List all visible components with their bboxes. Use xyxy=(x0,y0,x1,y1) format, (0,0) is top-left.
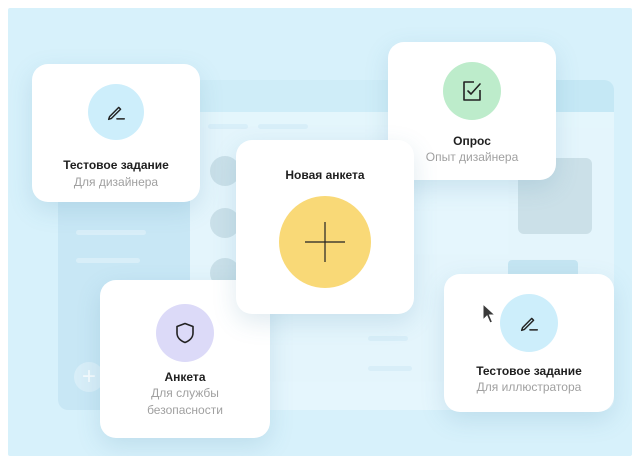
mouse-cursor-icon xyxy=(482,303,496,324)
card-subtitle: Для иллюстратора xyxy=(476,380,582,394)
background-placeholder-bar xyxy=(76,258,140,263)
canvas-background: + Тестовое задание Для дизайнера Опрос О… xyxy=(8,8,632,456)
plus-icon xyxy=(305,222,345,262)
pencil-icon xyxy=(520,317,538,332)
shield-icon-circle xyxy=(156,304,214,362)
card-subtitle: Для дизайнера xyxy=(73,175,159,189)
shield-icon xyxy=(176,322,194,344)
card-subtitle-line1: Для службы xyxy=(151,386,219,400)
add-form-button[interactable] xyxy=(279,196,371,288)
background-placeholder-bar xyxy=(208,124,248,129)
pencil-icon-circle xyxy=(500,294,558,352)
card-title: Тестовое задание xyxy=(63,158,169,172)
pencil-icon-circle xyxy=(88,84,144,140)
card-subtitle-line2: безопасности xyxy=(147,403,223,417)
card-title: Тестовое задание xyxy=(476,364,582,378)
checkbox-icon-circle xyxy=(443,62,501,120)
card-title: Опрос xyxy=(453,134,491,148)
pencil-icon xyxy=(107,106,125,121)
card-test-task-designer[interactable]: Тестовое задание Для дизайнера xyxy=(32,64,200,202)
background-placeholder-bar xyxy=(368,336,408,341)
background-placeholder-bar xyxy=(76,230,146,235)
card-new-form[interactable]: Новая анкета xyxy=(236,140,414,314)
background-placeholder-bar xyxy=(258,124,308,129)
card-title: Новая анкета xyxy=(285,168,365,182)
background-app-topbar-accent xyxy=(554,80,614,112)
background-placeholder-bar xyxy=(368,366,412,371)
card-title: Анкета xyxy=(164,370,206,384)
card-test-task-illustrator[interactable]: Тестовое задание Для иллюстратора xyxy=(444,274,614,412)
checkbox-icon xyxy=(463,81,481,101)
